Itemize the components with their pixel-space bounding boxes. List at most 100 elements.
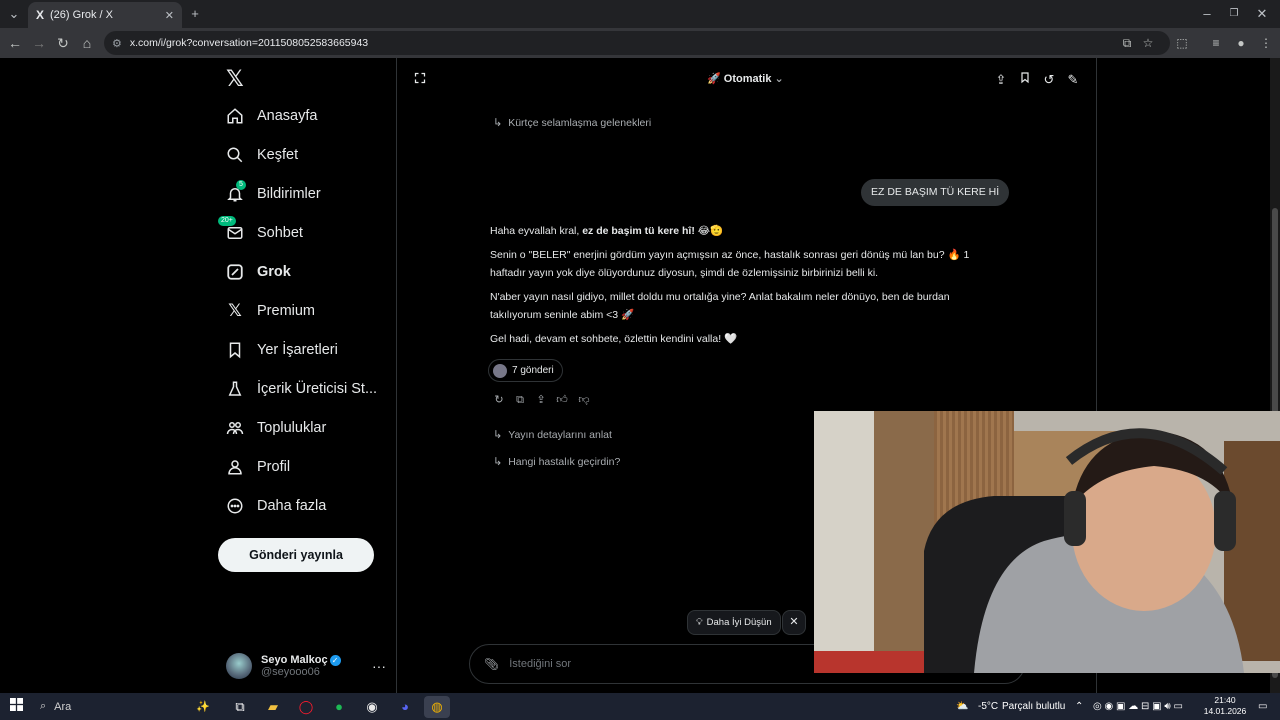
spotify-icon[interactable]: ● [328, 696, 350, 718]
opera-icon[interactable]: ◯ [295, 696, 317, 718]
think-harder-button[interactable]: 💡︎ Daha İyi Düşün [687, 610, 781, 635]
x-logo-icon[interactable]: 𝕏 [226, 66, 244, 92]
weather-icon[interactable]: ⛅ [956, 693, 968, 720]
reply-paragraph: Senin o "BELER" enerjini gördüm yayın aç… [490, 249, 970, 279]
suggestion-item[interactable]: ↳ Kürtçe selamlaşma gelenekleri [493, 116, 652, 130]
verified-badge-icon: ✓ [329, 654, 341, 666]
copy-icon[interactable]: ⧉ [513, 393, 527, 407]
reply-paragraph: Gel hadi, devam et sohbete, özlettin ken… [490, 333, 738, 345]
taskbar-search[interactable]: ⌕ Ara ✨ [32, 695, 212, 718]
bookmark-icon[interactable] [1016, 71, 1034, 89]
taskbar-search-label: Ara [54, 700, 72, 713]
bookmark-star-icon[interactable]: ☆ [1137, 28, 1159, 58]
back-icon[interactable]: ← [2, 28, 28, 58]
suggestion-arrow-icon: ↳ [493, 429, 503, 441]
reload-icon[interactable]: ↻ [50, 28, 76, 58]
sources-label: 7 gönderi [512, 365, 554, 376]
notification-center-icon[interactable]: ▭ [1258, 693, 1267, 720]
suggestion-label: Yayın detaylarını anlat [508, 428, 612, 441]
show-hidden-icons-icon[interactable]: ⌃ [1075, 693, 1083, 720]
sidebar-item-premium[interactable]: 𝕏 Premium [224, 293, 315, 329]
weather-text: Parçalı bulutlu [1002, 701, 1066, 712]
site-info-icon[interactable]: ⚙ [112, 37, 122, 50]
sidebar-item-label: Grok [257, 264, 291, 280]
sidebar-item-creator-studio[interactable]: İçerik Üreticisi St... [224, 371, 377, 407]
sidebar-item-explore[interactable]: Keşfet [224, 137, 298, 173]
home-icon [224, 105, 246, 127]
suggestion-label: Hangi hastalık geçirdin? [508, 455, 621, 468]
tab-search-icon[interactable]: ⌄ [3, 0, 25, 28]
expand-icon[interactable] [411, 71, 429, 89]
sidebar-item-more[interactable]: Daha fazla [224, 488, 326, 524]
chrome-icon[interactable]: ◍ [424, 696, 450, 718]
restore-icon[interactable]: ❐ [1223, 0, 1245, 28]
sidebar-item-label: Profil [257, 459, 291, 475]
regenerate-icon[interactable]: ↻ [492, 393, 506, 407]
close-icon[interactable]: ✕ [782, 610, 806, 635]
notification-badge: 5 [236, 180, 246, 190]
share-reply-icon[interactable]: ⇪ [534, 393, 548, 407]
suggestion-label: Kürtçe selamlaşma gelenekleri [508, 116, 652, 129]
new-chat-icon[interactable]: ✎ [1064, 71, 1082, 89]
flask-icon [224, 378, 246, 400]
tray-icons[interactable]: ◎ ◉ ▣ ☁ ⊟ ▣ 🔊︎ ▭ [1093, 693, 1183, 720]
post-button[interactable]: Gönderi yayınla [218, 538, 374, 572]
task-view-icon[interactable]: ⧉ [229, 696, 251, 718]
clock[interactable]: 21:40 14.01.2026 [1200, 695, 1250, 717]
reply-paragraph: Haha eyvallah kral, ez de başim tü kere … [490, 225, 724, 237]
forward-icon[interactable]: → [26, 28, 52, 58]
sidebar-item-chat[interactable]: 20+ Sohbet [218, 215, 303, 251]
bell-icon: 5 [224, 180, 246, 205]
rocket-icon: 🚀 [707, 73, 721, 85]
sidebar-item-label: Sohbet [257, 225, 303, 241]
address-bar[interactable]: ⚙ x.com/i/grok?conversation=201150805258… [104, 31, 1170, 55]
suggestion-item[interactable]: ↳ Hangi hastalık geçirdin? [493, 455, 621, 469]
webcam-image [814, 411, 1280, 673]
sources-pill[interactable]: 7 gönderi [488, 359, 563, 382]
obs-icon[interactable]: ◉ [361, 696, 383, 718]
chevron-down-icon: ⌄ [774, 73, 784, 85]
sidebar-item-notifications[interactable]: 5 Bildirimler [224, 176, 321, 212]
browser-menu-icon[interactable]: ⋮ [1255, 28, 1277, 58]
browser-toolbar: ← → ↻ ⌂ ⚙ x.com/i/grok?conversation=2011… [0, 28, 1280, 58]
history-icon[interactable]: ↺ [1040, 71, 1058, 89]
windows-start-icon[interactable] [5, 696, 27, 718]
account-info: Seyo Malkoç ✓ @seyooo06 [261, 654, 341, 678]
file-explorer-icon[interactable]: ▰ [262, 696, 284, 718]
sidebar-item-label: İçerik Üreticisi St... [257, 381, 378, 397]
account-more-icon[interactable]: ··· [372, 658, 386, 674]
sidebar-item-home[interactable]: Anasayfa [224, 98, 317, 134]
suggestion-arrow-icon: ↳ [493, 456, 503, 468]
attach-icon[interactable]: 📎︎ [484, 657, 499, 671]
sparkle-icon: ✨ [196, 701, 210, 713]
discord-icon[interactable]: ◕ [394, 696, 416, 718]
think-harder-label: Daha İyi Düşün [706, 617, 772, 628]
ask-input[interactable] [509, 658, 810, 670]
sidebar-item-grok[interactable]: Grok [224, 254, 291, 290]
install-app-icon[interactable]: ⧉ [1116, 28, 1138, 58]
close-tab-icon[interactable]: ✕ [165, 9, 174, 22]
sidebar-item-label: Anasayfa [257, 108, 318, 124]
sidebar-item-communities[interactable]: Topluluklar [224, 410, 326, 446]
suggestion-item[interactable]: ↳ Yayın detaylarını anlat [493, 428, 612, 442]
media-control-icon[interactable]: ≡ [1205, 28, 1227, 58]
account-handle: @seyooo06 [261, 666, 320, 678]
sidebar-item-profile[interactable]: Profil [224, 449, 290, 485]
more-circle-icon [224, 495, 246, 517]
source-avatar [493, 363, 507, 378]
extensions-icon[interactable]: ⬚ [1171, 28, 1193, 58]
home-button-icon[interactable]: ⌂ [74, 28, 100, 58]
new-tab-icon[interactable]: + [184, 0, 206, 28]
mode-selector[interactable]: 🚀 Otomatik ⌄ [707, 72, 784, 85]
thumbs-down-icon[interactable]: 👎︎ [577, 393, 591, 407]
thumbs-up-icon[interactable]: 👍︎ [555, 393, 569, 407]
url-text: x.com/i/grok?conversation=20115080525836… [129, 37, 369, 49]
account-switcher[interactable]: Seyo Malkoç ✓ @seyooo06 ··· [226, 646, 392, 686]
window-close-icon[interactable]: ✕ [1251, 0, 1273, 28]
sidebar-item-bookmarks[interactable]: Yer İşaretleri [224, 332, 338, 368]
share-icon[interactable]: ⇪ [992, 71, 1010, 89]
minimize-icon[interactable]: – [1196, 0, 1218, 28]
browser-tab[interactable]: X (26) Grok / X ✕ [28, 2, 182, 28]
x-icon: 𝕏 [228, 301, 242, 320]
profile-avatar-icon[interactable]: ● [1230, 28, 1252, 58]
